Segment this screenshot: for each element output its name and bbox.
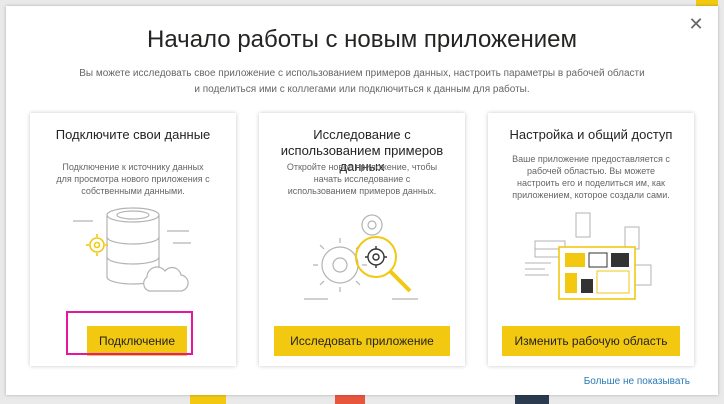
getting-started-dialog: ✕ Начало работы с новым приложением Вы м… bbox=[6, 6, 718, 395]
connect-button[interactable]: Подключение bbox=[87, 326, 187, 356]
card-description: Откройте новое приложение, чтобы начать … bbox=[286, 162, 438, 196]
card-title: Подключите свои данные bbox=[55, 127, 211, 142]
card-connect-data: Подключите свои данные Подключение к ист… bbox=[30, 113, 236, 366]
explore-app-button[interactable]: Исследовать приложение bbox=[274, 326, 450, 356]
card-description: Подключение к источнику данных для просм… bbox=[56, 162, 210, 196]
dialog-subtitle: Вы можете исследовать свое приложение с … bbox=[79, 68, 645, 95]
dialog-title: Начало работы с новым приложением bbox=[147, 26, 577, 53]
card-title: Настройка и общий доступ bbox=[509, 127, 673, 142]
edit-workspace-button[interactable]: Изменить рабочую область bbox=[502, 326, 680, 356]
card-description: Ваше приложение предоставляется с рабоче… bbox=[512, 154, 670, 200]
card-explore-sample: Исследование с использованием примеров д… bbox=[259, 113, 465, 366]
card-customize-share: Настройка и общий доступ Ваше приложение… bbox=[488, 113, 694, 366]
dont-show-again-link[interactable]: Больше не показывать bbox=[584, 376, 690, 387]
dashboard-reports-icon bbox=[525, 212, 652, 300]
database-cloud-icon bbox=[73, 207, 191, 292]
gears-magnifier-icon bbox=[304, 214, 418, 300]
